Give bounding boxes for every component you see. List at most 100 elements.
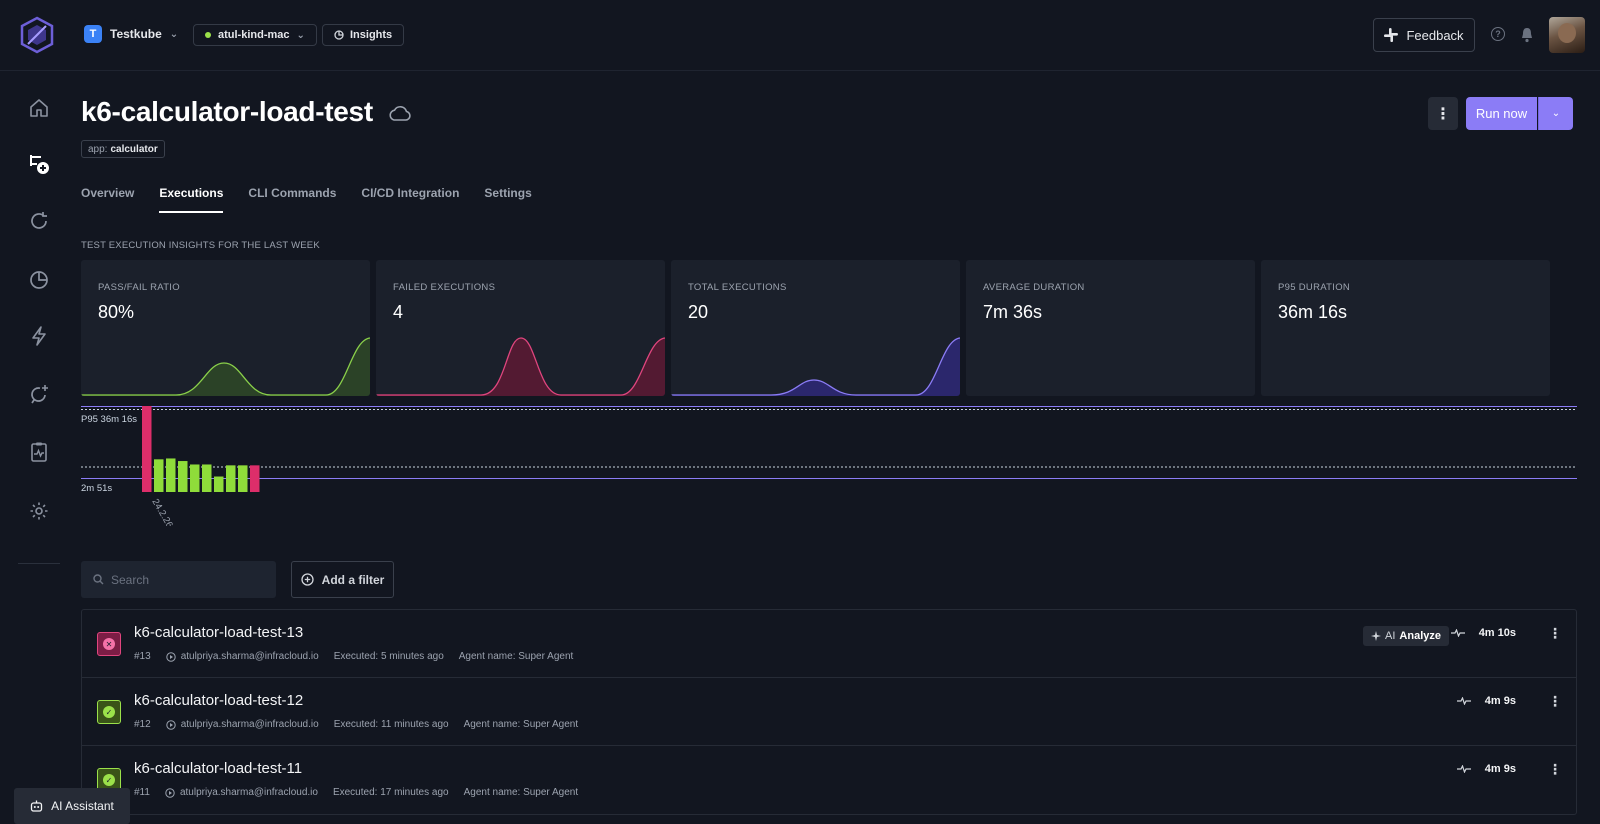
org-avatar: T [84, 25, 102, 43]
search-input[interactable]: Search [81, 561, 276, 598]
stat-value: 7m 36s [983, 302, 1043, 322]
stat-label: P95 DURATION [1278, 282, 1351, 293]
run-now-button[interactable]: Run now [1466, 97, 1537, 130]
execution-name[interactable]: k6-calculator-load-test-11 [134, 760, 302, 777]
slack-icon [1384, 28, 1399, 42]
label-key: app: [88, 143, 108, 155]
sync-add-icon[interactable] [26, 381, 52, 407]
total-sparkline [671, 337, 960, 396]
stat-label: AVERAGE DURATION [983, 282, 1085, 293]
analyze-label: Analyze [1399, 630, 1441, 642]
environment-name: atul-kind-mac [218, 29, 290, 41]
execution-meta: #13 atulpriya.sharma@infracloud.io Execu… [134, 651, 573, 662]
stat-label: FAILED EXECUTIONS [393, 282, 496, 293]
bell-icon[interactable] [1520, 27, 1534, 43]
stat-label: PASS/FAIL RATIO [98, 282, 180, 293]
stat-card-total: TOTAL EXECUTIONS 20 [671, 260, 960, 396]
ai-assistant-label: AI Assistant [51, 799, 114, 813]
duration-bar-passed[interactable] [190, 464, 200, 492]
status-dot-icon [205, 32, 211, 38]
execution-number: #11 [134, 787, 150, 798]
more-options-button[interactable]: ⋮ [1428, 97, 1458, 130]
testkube-logo[interactable] [20, 16, 54, 54]
duration-bars [142, 406, 260, 492]
row-more-button[interactable]: ⋮ [1548, 761, 1562, 778]
plus-circle-icon [301, 573, 314, 586]
ai-assistant-button[interactable]: AI Assistant [14, 788, 130, 824]
execution-row[interactable]: ✓ k6-calculator-load-test-12 #12 atulpri… [82, 678, 1576, 746]
cloud-icon [389, 105, 411, 121]
bolt-icon[interactable] [26, 323, 52, 349]
user-avatar[interactable] [1549, 17, 1585, 53]
gear-icon[interactable] [26, 498, 52, 524]
x-tick-label: 24.2.26 [149, 497, 174, 526]
execution-name[interactable]: k6-calculator-load-test-13 [134, 624, 303, 641]
stat-card-pass-fail: PASS/FAIL RATIO 80% [81, 260, 370, 396]
stat-card-failed: FAILED EXECUTIONS 4 [376, 260, 665, 396]
add-filter-button[interactable]: Add a filter [291, 561, 394, 598]
help-icon[interactable]: ? [1491, 27, 1505, 41]
duration-bar-failed[interactable] [142, 406, 152, 492]
duration-bar-passed[interactable] [178, 461, 188, 492]
duration-bar-passed[interactable] [238, 465, 248, 492]
chevron-down-icon: ⌄ [1551, 108, 1561, 119]
failed-sparkline [376, 337, 665, 396]
chevron-down-icon: ⌄ [296, 29, 305, 41]
duration-bar-passed[interactable] [214, 476, 224, 492]
pulse-icon [1456, 697, 1471, 705]
refresh-icon[interactable] [26, 208, 52, 234]
ai-analyze-button[interactable]: AI Analyze [1363, 626, 1449, 646]
feedback-button[interactable]: Feedback [1373, 18, 1475, 52]
p95-label: P95 36m 16s [81, 414, 137, 425]
duration-bar-failed[interactable] [250, 465, 260, 492]
pass-fail-sparkline [81, 337, 370, 396]
agent-name: Agent name: Super Agent [458, 651, 574, 662]
home-icon[interactable] [26, 95, 52, 121]
duration-bar-passed[interactable] [202, 464, 212, 492]
org-switcher[interactable]: T Testkube ⌄ [84, 25, 178, 43]
clipboard-pulse-icon[interactable] [26, 439, 52, 465]
executions-list: ✕ k6-calculator-load-test-13 #13 atulpri… [81, 609, 1577, 815]
tab-settings[interactable]: Settings [484, 186, 531, 213]
add-test-icon[interactable] [26, 151, 52, 177]
executed-time: Executed: 17 minutes ago [332, 787, 449, 798]
execution-runner: atulpriya.sharma@infracloud.io [165, 651, 319, 662]
execution-row[interactable]: ✓ k6-calculator-load-test-11 #11 atulpri… [82, 746, 1576, 814]
org-name: Testkube [110, 27, 162, 41]
row-more-button[interactable]: ⋮ [1548, 625, 1562, 642]
execution-number: #13 [134, 651, 151, 662]
pie-chart-icon [334, 30, 344, 40]
execution-row[interactable]: ✕ k6-calculator-load-test-13 #13 atulpri… [82, 610, 1576, 678]
duration-chart-svg: 24.2.26 [81, 406, 1577, 530]
add-filter-label: Add a filter [321, 572, 385, 587]
environment-switcher[interactable]: atul-kind-mac ⌄ [193, 24, 317, 46]
search-icon [93, 574, 104, 585]
tab-executions[interactable]: Executions [159, 186, 224, 213]
execution-runner: atulpriya.sharma@infracloud.io [165, 787, 318, 798]
pie-chart-icon[interactable] [26, 267, 52, 293]
execution-meta: #12 atulpriya.sharma@infracloud.io Execu… [134, 719, 578, 730]
min-duration-label: 2m 51s [81, 483, 113, 494]
insights-title: TEST EXECUTION INSIGHTS FOR THE LAST WEE… [81, 240, 320, 251]
insights-button[interactable]: Insights [322, 24, 405, 46]
pulse-icon [1456, 765, 1471, 773]
duration-bar-passed[interactable] [166, 458, 176, 492]
stat-card-average-duration: AVERAGE DURATION 7m 36s [966, 260, 1255, 396]
top-bar: T Testkube ⌄ atul-kind-mac ⌄ Insights Fe… [0, 0, 1600, 71]
run-options-dropdown[interactable]: ⌄ [1538, 97, 1573, 130]
play-circle-icon [165, 719, 176, 730]
execution-name[interactable]: k6-calculator-load-test-12 [134, 692, 303, 709]
tab-overview[interactable]: Overview [81, 186, 134, 213]
execution-duration: 4m 9s [1456, 763, 1516, 775]
tab-cli-commands[interactable]: CLI Commands [248, 186, 336, 213]
row-more-button[interactable]: ⋮ [1548, 693, 1562, 710]
search-placeholder: Search [111, 572, 150, 587]
tab-cicd-integration[interactable]: CI/CD Integration [361, 186, 459, 213]
executed-time: Executed: 11 minutes ago [333, 719, 449, 730]
execution-duration: 4m 9s [1456, 695, 1516, 707]
executed-time: Executed: 5 minutes ago [333, 651, 444, 662]
duration-bar-passed[interactable] [226, 465, 236, 492]
tabs: Overview Executions CLI Commands CI/CD I… [81, 186, 532, 213]
duration-bar-passed[interactable] [154, 459, 164, 492]
agent-name: Agent name: Super Agent [463, 719, 579, 730]
